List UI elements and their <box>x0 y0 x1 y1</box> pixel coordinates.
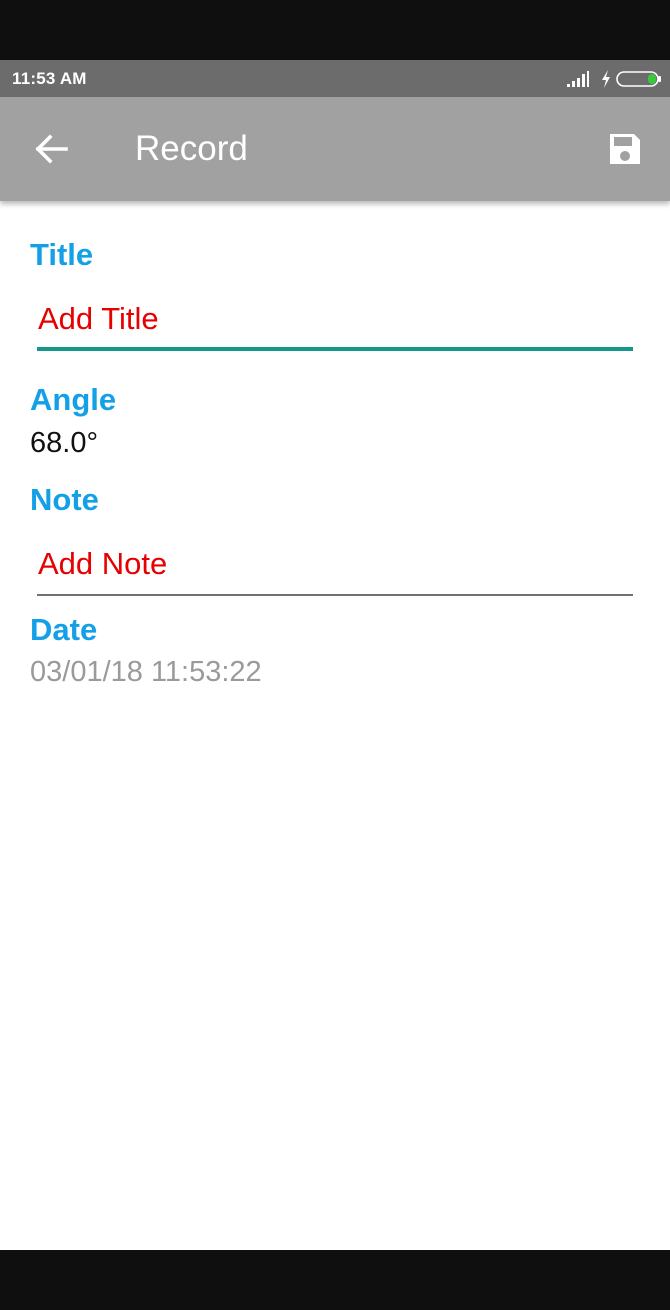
arrow-left-icon <box>35 134 68 164</box>
back-button[interactable] <box>22 123 82 175</box>
note-placeholder: Add Note <box>38 546 168 581</box>
signal-icon <box>567 71 589 87</box>
status-time: 11:53 AM <box>12 69 87 88</box>
note-label: Note <box>30 482 99 517</box>
top-bezel <box>0 0 670 60</box>
battery-icon <box>616 71 661 87</box>
record-form: Title Add Title Angle 68.0° Note Add Not… <box>0 201 670 1250</box>
title-label: Title <box>30 237 94 272</box>
angle-label: Angle <box>30 382 117 417</box>
title-placeholder: Add Title <box>38 301 159 336</box>
page-title: Record <box>135 129 248 168</box>
note-input-underline <box>37 594 633 596</box>
bottom-bezel <box>0 1250 670 1310</box>
title-input[interactable]: Add Title <box>37 299 633 351</box>
app-bar: Record <box>0 97 670 201</box>
status-bar: 11:53 AM <box>0 60 670 97</box>
charging-icon <box>602 70 610 88</box>
note-input[interactable]: Add Note <box>37 544 633 596</box>
date-value: 03/01/18 11:53:22 <box>30 656 262 688</box>
floppy-disk-icon <box>610 134 640 164</box>
angle-value: 68.0° <box>30 427 99 459</box>
save-button[interactable] <box>596 121 654 177</box>
date-label: Date <box>30 612 98 647</box>
title-input-underline <box>37 347 633 351</box>
